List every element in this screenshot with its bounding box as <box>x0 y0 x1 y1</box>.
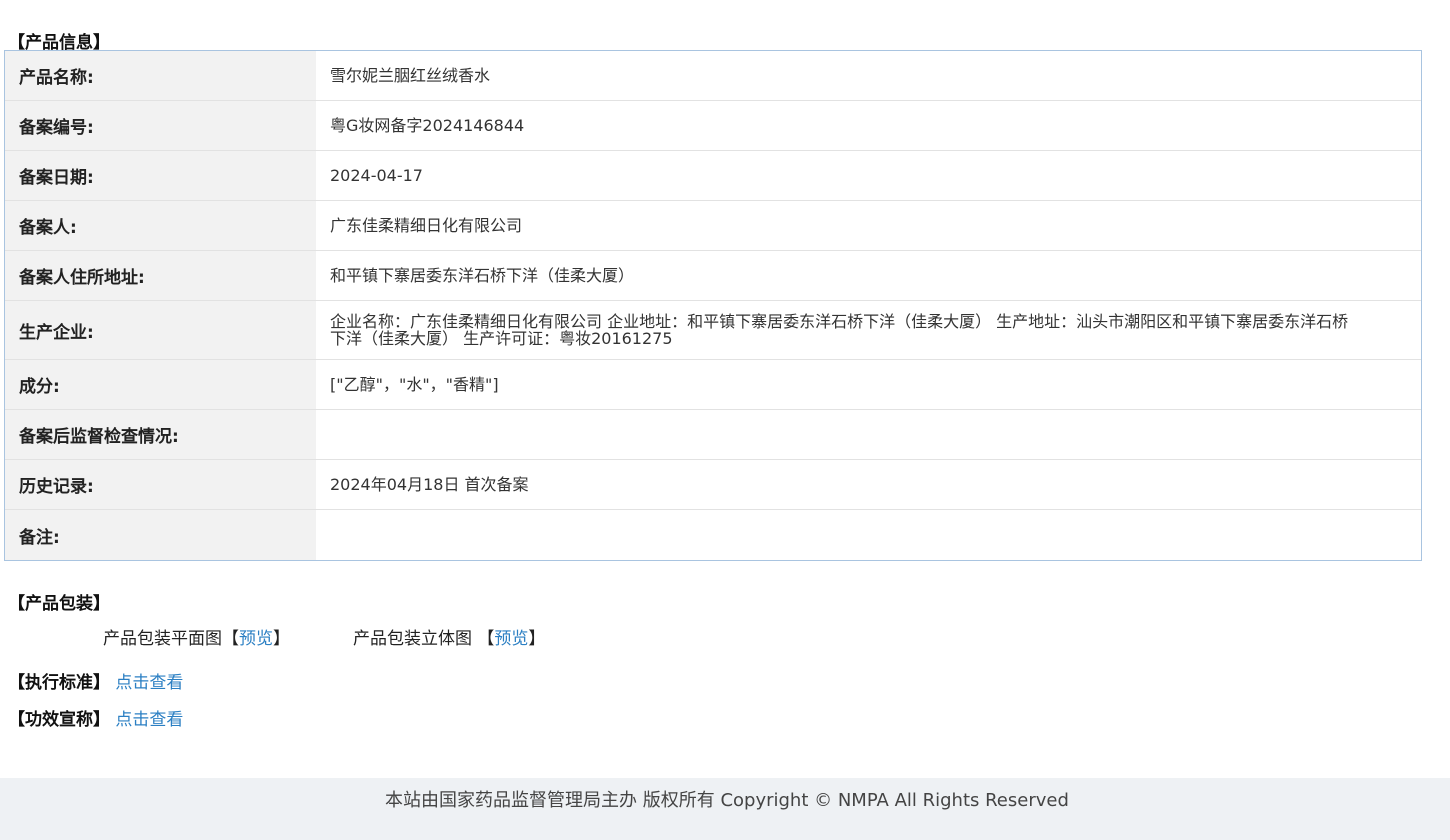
packaging-title: 【产品包装】 <box>8 594 110 614</box>
solid-preview-link[interactable]: 预览 <box>494 629 528 649</box>
row-value-supervision <box>316 410 1421 459</box>
row-value-history: 2024年04月18日 首次备案 <box>330 475 529 494</box>
row-value-ingredients: ["乙醇"，"水"，"香精"] <box>330 375 499 394</box>
row-label-supervision: 备案后监督检查情况: <box>5 410 316 459</box>
footer-copyright: 本站由国家药品监督管理局主办 版权所有 Copyright © NMPA All… <box>385 790 1069 811</box>
row-label-ingredients: 成分: <box>5 360 316 409</box>
standard-view-link[interactable]: 点击查看 <box>115 673 183 693</box>
row-label-registrant-address: 备案人住所地址: <box>5 251 316 300</box>
row-value-registrant: 广东佳柔精细日化有限公司 <box>330 216 523 235</box>
standard-title: 【执行标准】 <box>8 673 110 693</box>
table-row: 生产企业: 企业名称：广东佳柔精细日化有限公司 企业地址：和平镇下寨居委东洋石桥… <box>5 301 1421 360</box>
row-label-manufacturer: 生产企业: <box>5 301 316 359</box>
table-row: 历史记录: 2024年04月18日 首次备案 <box>5 460 1421 510</box>
open-bracket: 【 <box>222 629 239 649</box>
page: 【产品信息】 产品名称: 雪尔妮兰胭红丝绒香水 备案编号: 粤G妆网备字2024… <box>0 0 1450 840</box>
row-value-record-date: 2024-04-17 <box>330 166 423 185</box>
close-bracket: 】 <box>273 629 290 649</box>
efficacy-row: 【功效宣称】 点击查看 <box>8 705 183 730</box>
footer: 本站由国家药品监督管理局主办 版权所有 Copyright © NMPA All… <box>0 778 1450 840</box>
flat-preview-link[interactable]: 预览 <box>239 629 273 649</box>
standard-row: 【执行标准】 点击查看 <box>8 668 183 693</box>
row-label-history: 历史记录: <box>5 460 316 509</box>
efficacy-title: 【功效宣称】 <box>8 710 110 730</box>
table-row: 备案日期: 2024-04-17 <box>5 151 1421 201</box>
table-row: 备案人住所地址: 和平镇下寨居委东洋石桥下洋（佳柔大厦） <box>5 251 1421 301</box>
row-value-remarks <box>316 510 1421 560</box>
table-row: 产品名称: 雪尔妮兰胭红丝绒香水 <box>5 51 1421 101</box>
row-value-registrant-address: 和平镇下寨居委东洋石桥下洋（佳柔大厦） <box>330 266 635 285</box>
row-label-remarks: 备注: <box>5 510 316 560</box>
table-row: 备案人: 广东佳柔精细日化有限公司 <box>5 201 1421 251</box>
close-bracket: 】 <box>528 629 546 649</box>
table-row: 成分: ["乙醇"，"水"，"香精"] <box>5 360 1421 410</box>
table-row: 备注: <box>5 510 1421 560</box>
row-label-record-date: 备案日期: <box>5 151 316 200</box>
packaging-flat-label: 产品包装平面图 <box>103 629 222 649</box>
row-label-product-name: 产品名称: <box>5 51 316 100</box>
table-row: 备案编号: 粤G妆网备字2024146844 <box>5 101 1421 151</box>
row-value-manufacturer: 企业名称：广东佳柔精细日化有限公司 企业地址：和平镇下寨居委东洋石桥下洋（佳柔大… <box>330 312 1349 348</box>
row-label-registrant: 备案人: <box>5 201 316 250</box>
row-label-record-number: 备案编号: <box>5 101 316 150</box>
open-bracket: 【 <box>477 629 495 649</box>
packaging-solid-label: 产品包装立体图 <box>353 629 478 649</box>
table-row: 备案后监督检查情况: <box>5 410 1421 460</box>
row-value-record-number: 粤G妆网备字2024146844 <box>330 116 525 135</box>
efficacy-view-link[interactable]: 点击查看 <box>115 710 183 730</box>
product-info-table: 产品名称: 雪尔妮兰胭红丝绒香水 备案编号: 粤G妆网备字2024146844 … <box>4 50 1422 561</box>
row-value-product-name: 雪尔妮兰胭红丝绒香水 <box>330 66 491 85</box>
packaging-flat-item: 产品包装平面图【预览】 <box>103 624 290 649</box>
packaging-solid-item: 产品包装立体图 【预览】 <box>353 624 545 649</box>
